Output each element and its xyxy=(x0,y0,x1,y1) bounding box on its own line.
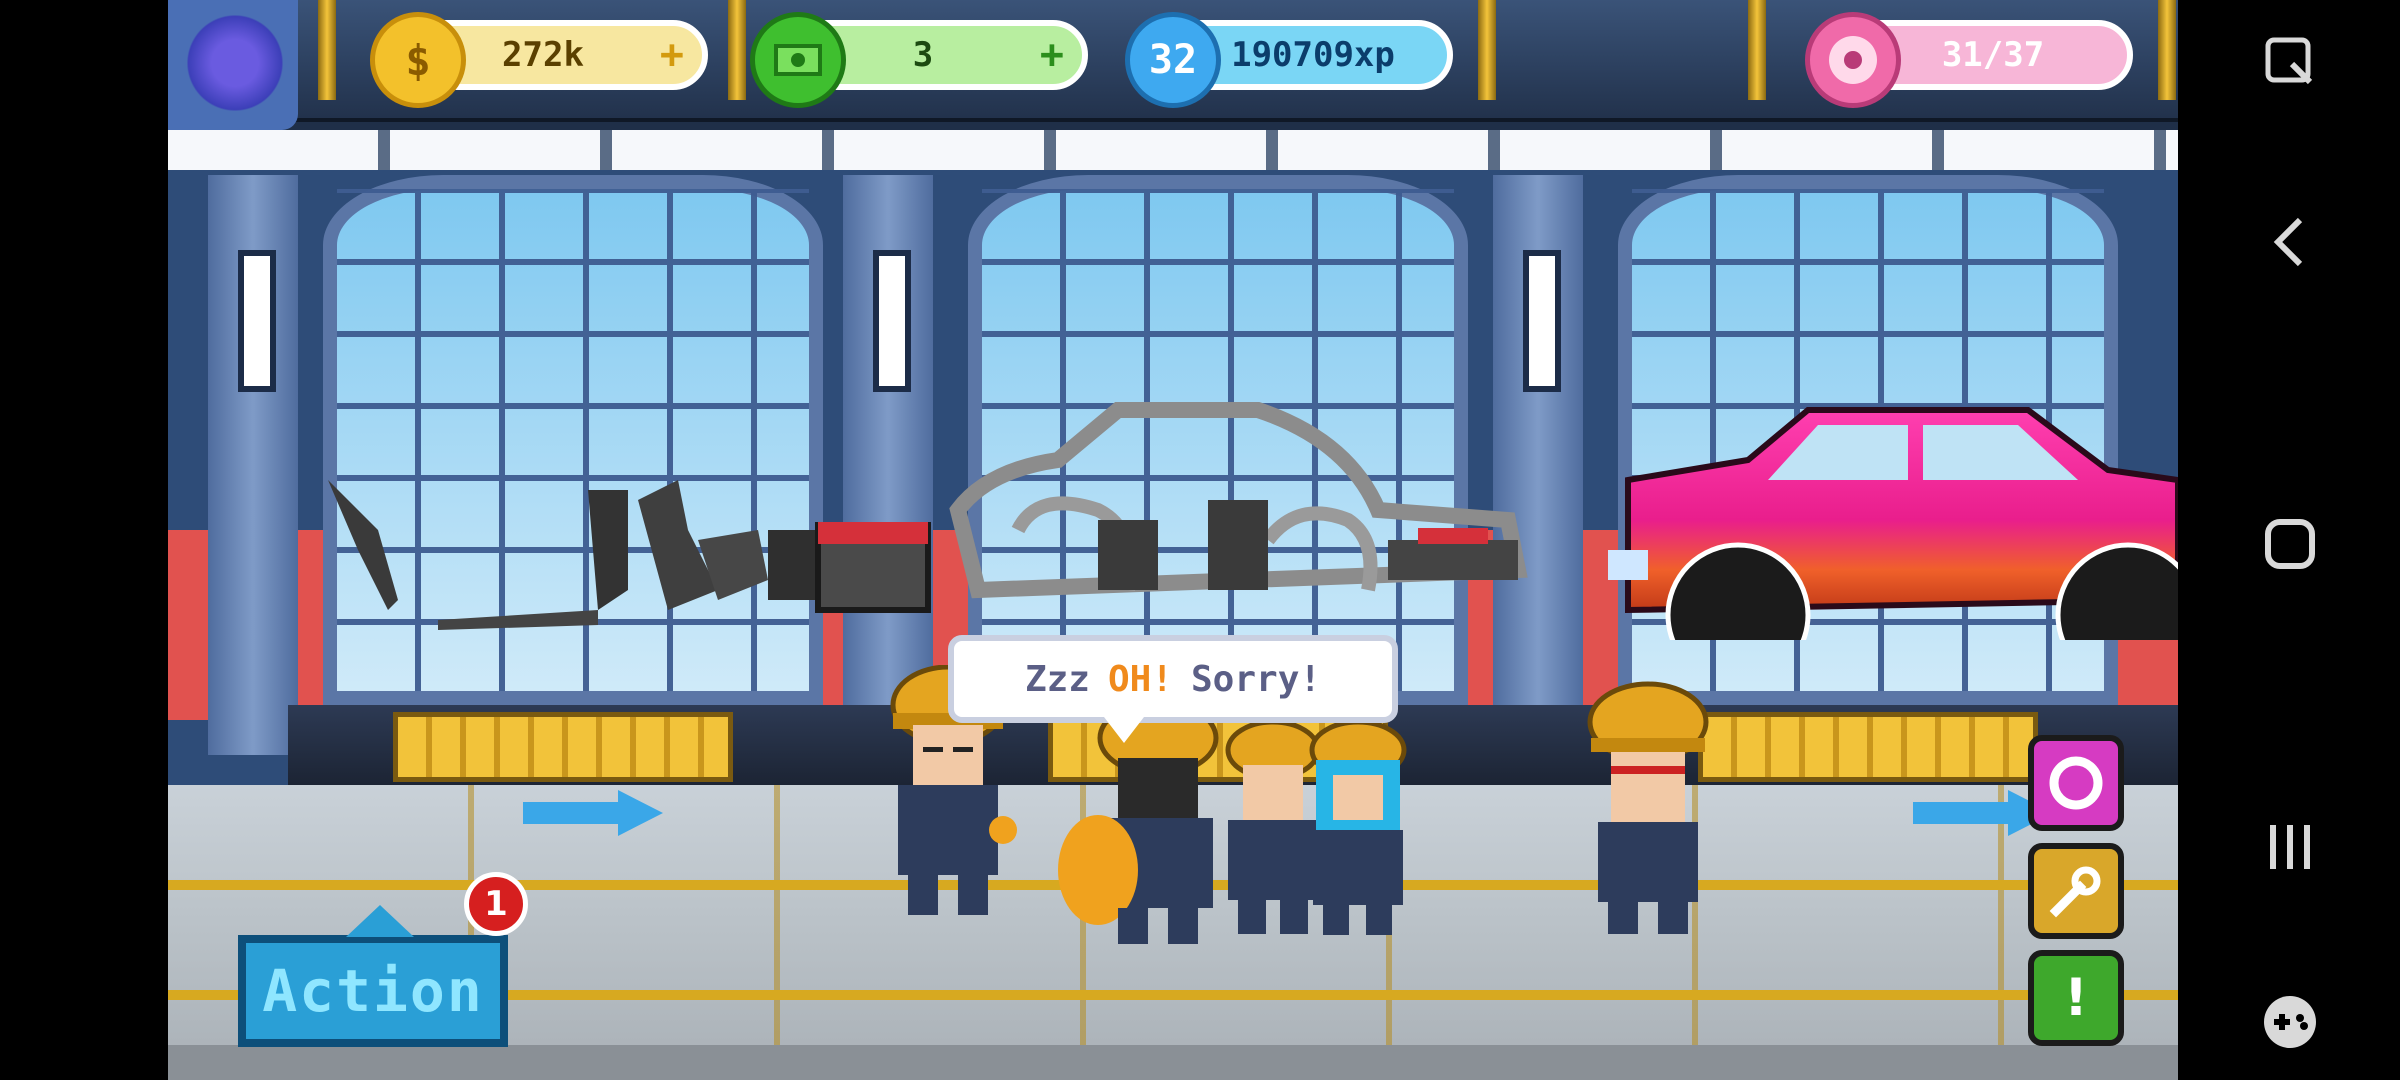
engine-parts xyxy=(328,480,931,630)
hud-post xyxy=(1478,0,1496,100)
notification-badge: 1 xyxy=(464,872,528,936)
upgrade-button[interactable] xyxy=(2028,843,2124,939)
recent-apps-icon[interactable] xyxy=(2258,815,2322,879)
wall-light xyxy=(873,250,911,392)
wall-light xyxy=(238,250,276,392)
coins-value: 272k xyxy=(502,35,584,75)
worker-eyepatch[interactable] xyxy=(1563,680,1733,940)
donut-icon xyxy=(1805,12,1901,108)
speech-text-zzz: Zzz xyxy=(1024,658,1090,700)
alerts-button[interactable]: ! xyxy=(2028,950,2124,1046)
cash-counter[interactable]: 3 + xyxy=(750,12,1088,108)
gear-icon xyxy=(180,8,290,118)
pillar xyxy=(208,175,298,755)
belt-segment xyxy=(393,712,733,782)
exclamation-icon: ! xyxy=(2064,968,2088,1028)
worker-blue-hair[interactable] xyxy=(1288,720,1428,940)
game-tools-icon[interactable] xyxy=(2258,990,2322,1054)
wrench-icon xyxy=(2049,866,2101,918)
xp-value: 190709xp xyxy=(1231,35,1395,75)
cash-icon xyxy=(750,12,846,108)
hud-post xyxy=(2158,0,2176,100)
xp-counter: 32 190709xp xyxy=(1125,12,1453,108)
arrow-right-icon xyxy=(523,790,663,836)
speech-text-oh: OH! xyxy=(1107,658,1173,700)
home-icon[interactable] xyxy=(2258,512,2322,576)
donut-counter: 31/37 xyxy=(1805,12,2133,108)
hud-post xyxy=(728,0,746,100)
level-badge: 32 xyxy=(1125,12,1221,108)
coins-counter[interactable]: $ 272k + xyxy=(370,12,708,108)
settings-button[interactable] xyxy=(168,0,298,130)
donut-value: 31/37 xyxy=(1941,35,2045,75)
hud-post xyxy=(1748,0,1766,100)
top-hud: $ 272k + 3 + 32 190709xp 31/37 xyxy=(168,0,2178,130)
car-frame xyxy=(949,402,1528,599)
add-cash-icon[interactable]: + xyxy=(1040,32,1064,78)
wall-light xyxy=(1523,250,1561,392)
speech-text-sorry: Sorry! xyxy=(1191,658,1322,700)
game-scene[interactable]: $ 272k + 3 + 32 190709xp 31/37 Zzz OH! S… xyxy=(168,0,2178,1080)
belt-segment xyxy=(1698,712,2038,782)
cash-value: 3 xyxy=(912,35,934,75)
system-nav-bar xyxy=(2178,0,2400,1080)
add-coins-icon[interactable]: + xyxy=(660,32,684,78)
speech-bubble: Zzz OH! Sorry! xyxy=(948,635,1398,743)
hud-post xyxy=(318,0,336,100)
ceiling-beam xyxy=(168,130,2178,170)
coin-icon: $ xyxy=(370,12,466,108)
ring-icon xyxy=(2049,756,2103,810)
action-button[interactable]: Action xyxy=(238,905,508,1047)
screenshot-edit-icon[interactable] xyxy=(2258,30,2322,94)
pink-car-body xyxy=(1608,407,2178,640)
donut-shop-button[interactable] xyxy=(2028,735,2124,831)
back-icon[interactable] xyxy=(2258,210,2322,274)
floor-edge xyxy=(168,1045,2178,1080)
